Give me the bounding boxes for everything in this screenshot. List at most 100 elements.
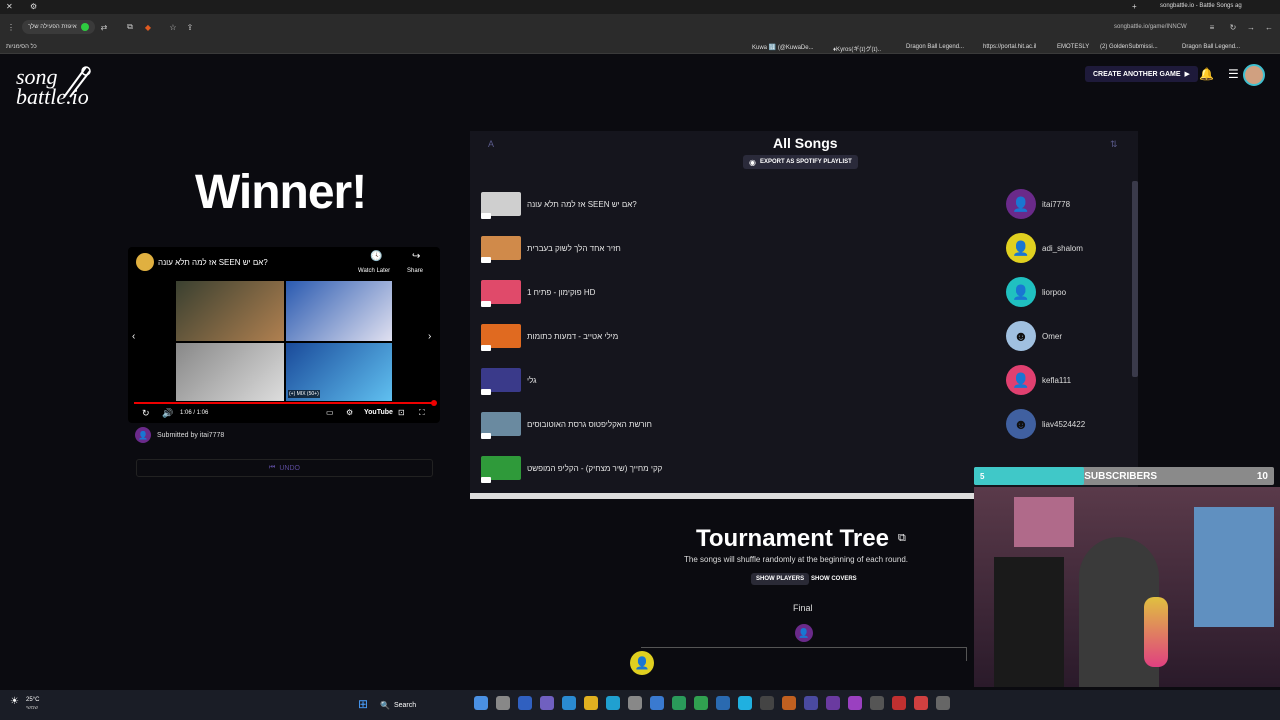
taskbar-search[interactable]: 🔍 Search [376, 698, 456, 712]
app-icon[interactable] [870, 696, 884, 710]
extensions-icon[interactable]: ⧉ [123, 20, 137, 34]
app-icon[interactable] [914, 696, 928, 710]
progress-bar[interactable] [134, 402, 434, 404]
thumbnail-tile[interactable] [176, 343, 284, 401]
watch-later-label[interactable]: Watch Later [358, 268, 390, 274]
undo-button[interactable]: ⏮ UNDO [136, 459, 433, 477]
app-icon[interactable] [804, 696, 818, 710]
bracket-player-avatar[interactable]: 👤 [630, 651, 654, 675]
song-row[interactable]: פוקימון - פתיח 1 HD [481, 279, 981, 307]
address-bar[interactable]: songbattle.io/game/INNCW [1114, 24, 1187, 30]
volume-icon[interactable]: 🔊 [162, 408, 173, 419]
song-row[interactable]: קקי מחייך (שיר מצחיק) - הקליפ המופשט [481, 455, 981, 483]
bookmark-item[interactable]: (2) GoldenSubmissi... [1100, 44, 1158, 50]
bookmark-item[interactable]: EMOTESLY [1057, 44, 1089, 50]
back-icon[interactable]: ← [1262, 20, 1276, 34]
prev-arrow-icon[interactable]: ‹ [132, 331, 135, 342]
external-link-icon[interactable]: ⧉ [898, 532, 906, 545]
app-icon[interactable] [848, 696, 862, 710]
menu-dots-icon[interactable]: ⋮ [4, 20, 18, 34]
app-icon[interactable] [562, 696, 576, 710]
clock-icon[interactable]: 🕓 [370, 251, 382, 262]
songbattle-logo[interactable]: song battle.io [16, 66, 91, 108]
player-item[interactable]: 👤 adi_shalom [1006, 233, 1083, 263]
song-list-scrollbar[interactable] [1132, 181, 1138, 377]
extension-pill[interactable]: איגוזת הפעילה שלך [22, 20, 95, 34]
player-item[interactable]: ☻ Omer [1006, 321, 1062, 351]
youtube-player[interactable]: אז למה תלא עונה SEEN אם יש? 🕓 Watch Late… [128, 247, 440, 423]
settings-gear-icon[interactable]: ⚙ [346, 408, 353, 417]
close-icon[interactable]: ✕ [6, 2, 13, 11]
hamburger-icon[interactable]: ☰ [1228, 67, 1239, 81]
bookmark-item[interactable]: Dragon Ball Legend... [1182, 44, 1240, 50]
thumbnail-tile[interactable] [176, 281, 284, 341]
bookmark-item[interactable]: ♦Kyros(ギ(ɪ)グ(ɪ).. [833, 44, 881, 53]
bookmarks-folder[interactable]: כל הסימניות [6, 44, 37, 50]
tab-title[interactable]: songbattle.io - Battle Songs ag [1160, 3, 1242, 9]
export-spotify-button[interactable]: ◉ EXPORT AS SPOTIFY PLAYLIST [743, 155, 858, 169]
user-avatar[interactable] [1243, 64, 1265, 86]
weather-temp[interactable]: 25°C [26, 697, 39, 703]
player-item[interactable]: 👤 itai7778 [1006, 189, 1070, 219]
player-item[interactable]: ☻ liav4524422 [1006, 409, 1085, 439]
song-row[interactable]: מילי אטייב - דמעות כתומות [481, 323, 981, 351]
window-icon[interactable]: ⚙ [30, 2, 37, 11]
weather-icon[interactable]: ☀ [10, 696, 19, 707]
app-icon[interactable] [738, 696, 752, 710]
bookmark-item[interactable]: https://portal.hit.ac.il [983, 44, 1036, 50]
share-icon[interactable]: ⇪ [183, 20, 197, 34]
song-row[interactable]: חורשת האקליפטוס גרסת האוטובוסים [481, 411, 981, 439]
player-item[interactable]: 👤 liorpoo [1006, 277, 1066, 307]
app-icon[interactable] [716, 696, 730, 710]
app-icon[interactable] [540, 696, 554, 710]
sort-icon[interactable]: ⇅ [1110, 139, 1118, 150]
app-icon[interactable] [474, 696, 488, 710]
app-icon[interactable] [606, 696, 620, 710]
create-game-button[interactable]: CREATE ANOTHER GAME ▶ [1085, 66, 1198, 82]
translate-icon[interactable]: ⇄ [97, 20, 111, 34]
bookmark-star-icon[interactable]: ☆ [166, 20, 180, 34]
windows-start-icon[interactable]: ⊞ [358, 697, 368, 711]
new-tab-icon[interactable]: + [1132, 2, 1137, 11]
app-icon[interactable] [892, 696, 906, 710]
app-icon[interactable] [760, 696, 774, 710]
video-title[interactable]: אז למה תלא עונה SEEN אם יש? [158, 258, 268, 267]
app-icon[interactable] [496, 696, 510, 710]
app-icon[interactable] [672, 696, 686, 710]
app-icon[interactable] [826, 696, 840, 710]
progress-handle[interactable] [431, 400, 437, 406]
song-row[interactable]: חזיר אחד הלך לשוק בעברית [481, 235, 981, 263]
cast-icon[interactable]: ⊡ [398, 408, 405, 417]
song-row[interactable]: גלי [481, 367, 981, 395]
replay-icon[interactable]: ↻ [142, 408, 150, 419]
app-icon[interactable] [650, 696, 664, 710]
player-item[interactable]: 👤 kefla111 [1006, 365, 1071, 395]
app-icon[interactable] [782, 696, 796, 710]
thumbnail-tile[interactable] [286, 281, 392, 341]
song-row[interactable]: אז למה תלא עונה SEEN אם יש? [481, 191, 981, 219]
app-icon[interactable] [518, 696, 532, 710]
final-player-avatar[interactable]: 👤 [795, 624, 813, 642]
sort-az-icon[interactable]: A [488, 139, 494, 149]
app-icon[interactable] [694, 696, 708, 710]
share-arrow-icon[interactable]: ↪ [412, 251, 420, 262]
forward-icon[interactable]: → [1244, 20, 1258, 34]
bookmark-item[interactable]: Dragon Ball Legend... [906, 44, 964, 50]
tune-icon[interactable]: ≡ [1205, 20, 1219, 34]
subtitles-icon[interactable]: ▭ [326, 408, 334, 417]
bell-icon[interactable]: 🔔 [1199, 67, 1214, 81]
youtube-logo[interactable]: YouTube [364, 409, 393, 416]
fullscreen-icon[interactable]: ⛶ [419, 408, 425, 418]
channel-avatar[interactable] [136, 253, 154, 271]
brave-icon[interactable]: ◆ [141, 20, 155, 34]
app-icon[interactable] [628, 696, 642, 710]
show-players-button[interactable]: SHOW PLAYERS [751, 573, 810, 585]
next-arrow-icon[interactable]: › [428, 331, 431, 342]
app-icon[interactable] [936, 696, 950, 710]
app-icon[interactable] [584, 696, 598, 710]
show-covers-button[interactable]: SHOW COVERS [806, 573, 862, 585]
player-name: liav4524422 [1042, 419, 1086, 429]
share-label[interactable]: Share [407, 268, 423, 274]
bookmark-item[interactable]: Kuwa 🔢 (@KuwaDe... [752, 44, 814, 51]
reload-icon[interactable]: ↻ [1226, 20, 1240, 34]
